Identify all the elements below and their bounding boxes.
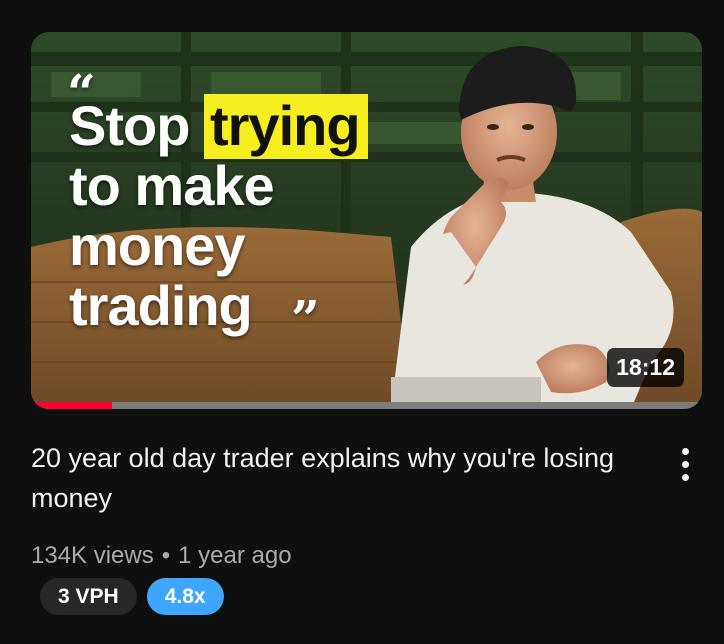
video-thumbnail[interactable]: “ Stop trying to make money trading ” 18… [31, 32, 702, 409]
video-title[interactable]: 20 year old day trader explains why you'… [31, 438, 631, 518]
headline-line-1: Stop trying [69, 94, 368, 159]
video-card[interactable]: “ Stop trying to make money trading ” 18… [0, 0, 724, 644]
headline-line-4: trading [69, 274, 253, 337]
stats-badges: 3 VPH 4.8x [40, 578, 224, 615]
menu-dot [681, 473, 689, 481]
headline-word-stop: Stop [69, 94, 190, 157]
menu-dot [681, 460, 689, 468]
watch-progress-fill [31, 402, 112, 409]
headline-line-2: to make [69, 154, 275, 217]
multiplier-badge: 4.8x [146, 578, 224, 615]
view-count: 134K views [31, 542, 154, 569]
menu-dot [681, 447, 689, 455]
thumbnail-headline: Stop trying to make money trading [69, 94, 368, 337]
watch-progress-bar [31, 402, 702, 409]
duration-badge: 18:12 [607, 348, 684, 387]
headline-highlight: trying [203, 94, 368, 159]
quote-close-mark: ” [291, 289, 320, 348]
video-metadata: 134K views • 1 year ago [31, 538, 292, 574]
headline-line-3: money [69, 214, 245, 277]
vph-badge: 3 VPH [40, 578, 137, 615]
upload-age: 1 year ago [178, 542, 292, 569]
more-vertical-icon[interactable] [668, 442, 702, 486]
meta-separator: • [161, 542, 171, 569]
